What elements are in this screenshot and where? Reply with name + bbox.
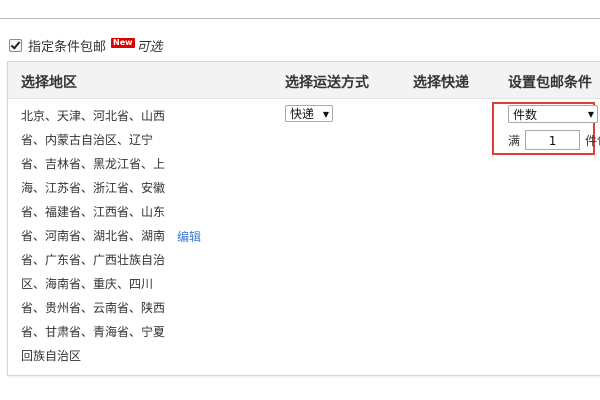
check-icon [10,38,21,50]
header-courier: 选择快递 [413,75,469,91]
page: 指定条件包邮 New 可选 选择地区 选择运送方式 选择快递 设置包邮条件 北京… [0,0,600,400]
region-line: 省、吉林省、黑龙江省、上 [21,157,166,171]
table-header: 选择地区 选择运送方式 选择快递 设置包邮条件 [8,62,600,99]
optional-note: 可选 [136,39,163,55]
free-shipping-checkbox[interactable] [9,38,22,52]
dropdown-caret-icon: ▼ [587,110,594,119]
region-line: 省、广东省、广西壮族自治 [21,253,166,267]
region-line: 北京、天津、河北省、山西 [21,109,166,123]
shipping-method-value: 快递 [290,107,315,121]
region-line: 省、甘肃省、青海省、宁夏 [21,325,166,339]
condition-quantity-input[interactable]: 1 [525,130,581,150]
free-shipping-option: 指定条件包邮 New 可选 [9,36,163,55]
new-badge: New [111,38,135,48]
condition-suffix: 件包 [585,133,600,148]
condition-prefix: 满 [508,133,521,148]
condition-type-value: 件数 [513,108,538,122]
dropdown-caret-icon: ▼ [322,110,329,119]
region-line: 省、贵州省、云南省、陕西 [21,301,166,315]
header-shipping-method: 选择运送方式 [285,75,369,91]
header-region: 选择地区 [21,75,77,91]
region-line: 省、福建省、江西省、山东 [21,205,166,219]
free-shipping-panel: 选择地区 选择运送方式 选择快递 设置包邮条件 北京、天津、河北省、山西 省、内… [7,61,600,376]
header-condition: 设置包邮条件 [508,75,592,91]
shipping-method-select[interactable]: 快递 ▼ [285,105,333,122]
region-line: 区、海南省、重庆、四川 [21,277,154,291]
region-line: 回族自治区 [21,349,82,363]
region-line: 省、内蒙古自治区、辽宁 [21,133,154,147]
condition-row: 满 1 件包 [508,129,600,151]
free-shipping-label: 指定条件包邮 [28,39,107,55]
edit-region-link[interactable]: 编辑 [177,228,201,245]
divider [0,18,600,19]
region-list: 北京、天津、河北省、山西 省、内蒙古自治区、辽宁 省、吉林省、黑龙江省、上 海、… [21,104,171,368]
region-line: 海、江苏省、浙江省、安徽 [21,181,166,195]
region-line: 省、河南省、湖北省、湖南 [21,229,166,243]
condition-type-select[interactable]: 件数 ▼ [508,105,598,123]
